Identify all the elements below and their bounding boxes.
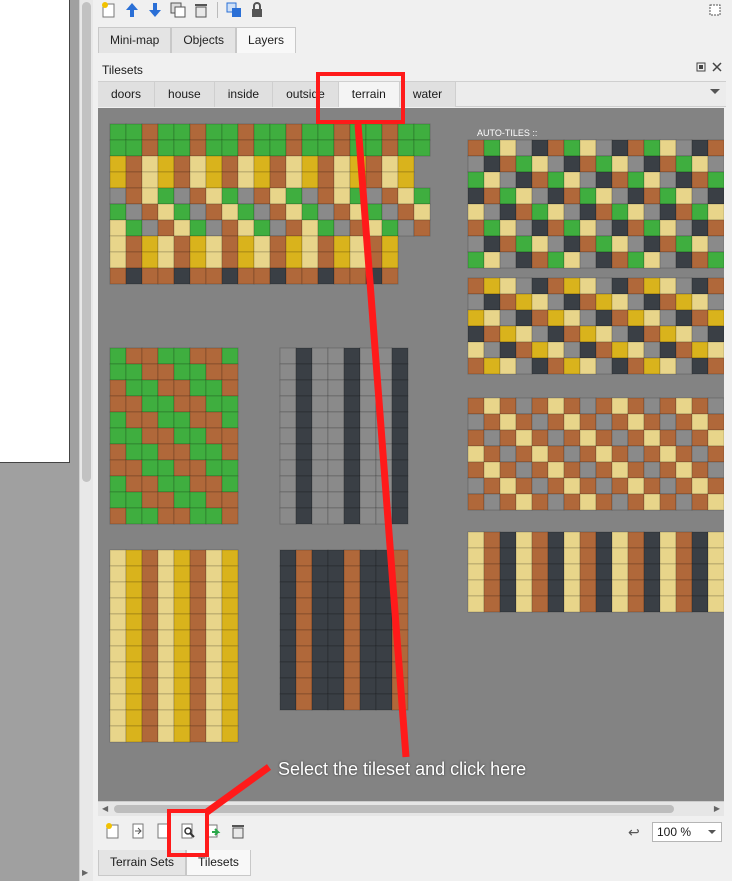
scroll-right-icon[interactable]: ▶ (714, 804, 720, 813)
dynamic-wrapping-icon[interactable]: ↩ (628, 824, 640, 841)
tile-block (109, 123, 431, 157)
tile-block (109, 549, 239, 743)
tab-doors[interactable]: doors (98, 82, 156, 107)
panel-title: Tilesets (102, 63, 143, 77)
tile-block (467, 139, 724, 269)
toolbar-separator (217, 2, 218, 18)
map-area (0, 0, 80, 881)
map-vertical-scrollbar[interactable]: ▶ (79, 0, 93, 881)
tile-block (467, 277, 724, 375)
lock-icon[interactable] (248, 1, 266, 19)
annotation-highlight-button (167, 809, 209, 857)
tile-block (467, 531, 724, 613)
move-down-icon[interactable] (146, 1, 164, 19)
tileset-image[interactable]: AUTO-TILES :: (98, 108, 724, 801)
new-layer-icon[interactable] (100, 1, 118, 19)
dock-tabs: Mini-map Objects Layers (98, 27, 297, 53)
duplicate-layer-icon[interactable] (169, 1, 187, 19)
tab-inside[interactable]: inside (214, 82, 274, 107)
annotation-text: Select the tileset and click here (278, 759, 527, 779)
scrollbar-thumb[interactable] (82, 2, 91, 482)
move-up-icon[interactable] (123, 1, 141, 19)
scroll-left-icon[interactable]: ◀ (102, 804, 108, 813)
tile-block (109, 155, 415, 189)
tab-layers[interactable]: Layers (236, 27, 297, 53)
autotiles-label: AUTO-TILES :: (477, 128, 537, 138)
tileset-list-dropdown-icon[interactable] (710, 89, 720, 94)
tileset-tabs: doors house inside outside terrain water (98, 81, 726, 107)
tileset-view[interactable]: AUTO-TILES :: (98, 108, 724, 801)
delete-layer-icon[interactable] (192, 1, 210, 19)
layer-properties-icon[interactable] (706, 1, 724, 19)
close-panel-icon[interactable] (712, 62, 722, 75)
tile-block (109, 235, 399, 269)
chevron-down-icon[interactable] (708, 830, 716, 834)
tile-block (279, 347, 409, 525)
layers-toolbar (100, 0, 266, 20)
tile-block (467, 397, 724, 511)
new-tileset-icon[interactable] (104, 822, 122, 840)
layer-visibility-icon[interactable] (225, 1, 243, 19)
remove-tileset-icon[interactable] (229, 822, 247, 840)
scroll-down-icon[interactable]: ▶ (82, 868, 88, 877)
tab-objects[interactable]: Objects (171, 27, 237, 53)
tile-block (109, 187, 431, 237)
tile-block (109, 347, 239, 525)
float-panel-icon[interactable] (696, 62, 706, 75)
tile-block (109, 267, 399, 285)
zoom-value: 100 % (657, 825, 692, 839)
annotation-highlight-terrain-tab (316, 72, 405, 124)
embed-tileset-icon[interactable] (129, 822, 147, 840)
tab-mini-map[interactable]: Mini-map (98, 27, 172, 53)
zoom-select[interactable]: 100 % (652, 822, 722, 842)
dock-panel: Mini-map Objects Layers Tilesets doors h… (94, 0, 732, 881)
tab-water[interactable]: water (399, 82, 457, 107)
map-canvas[interactable] (0, 0, 70, 463)
tile-block (279, 549, 409, 711)
tab-house[interactable]: house (155, 82, 215, 107)
